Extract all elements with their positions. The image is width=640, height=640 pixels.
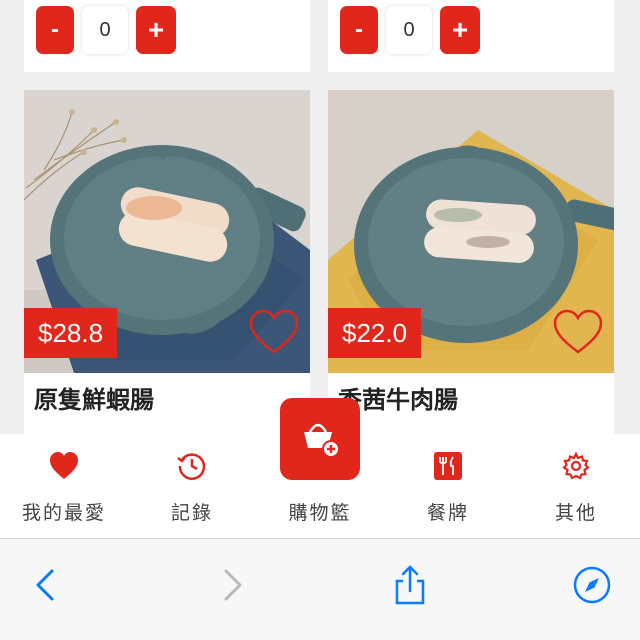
tab-label: 購物籃: [288, 502, 352, 524]
gear-icon: [560, 450, 592, 482]
back-chevron-icon[interactable]: [26, 565, 66, 605]
tab-history[interactable]: 記錄: [128, 434, 256, 538]
quantity-stepper: - 0 +: [340, 6, 480, 54]
share-icon[interactable]: [390, 565, 430, 605]
increment-button[interactable]: +: [440, 6, 480, 54]
product-card[interactable]: $28.8 原隻鮮蝦腸: [24, 90, 310, 435]
forward-chevron-icon[interactable]: [212, 565, 252, 605]
compass-icon[interactable]: [572, 565, 612, 605]
price-tag: $28.8: [24, 308, 118, 358]
quantity-stepper: - 0 +: [36, 6, 176, 54]
basket-add-icon: [304, 423, 340, 458]
tab-favorites[interactable]: 我的最愛: [0, 434, 128, 538]
tab-label: 其他: [554, 502, 597, 524]
decrement-button[interactable]: -: [340, 6, 378, 54]
heart-outline-icon[interactable]: [248, 308, 300, 356]
heart-icon: [48, 450, 80, 482]
tab-label: 記錄: [170, 502, 213, 524]
product-card[interactable]: $22.0 香茜牛肉腸: [328, 90, 614, 435]
quantity-value: 0: [82, 6, 128, 54]
browser-toolbar: [0, 538, 640, 640]
tab-other[interactable]: 其他: [512, 434, 640, 538]
tab-label: 餐牌: [426, 502, 469, 524]
heart-outline-icon[interactable]: [552, 308, 604, 356]
cart-button[interactable]: [280, 398, 360, 480]
product-card-top-left: - 0 +: [24, 0, 310, 72]
history-clock-icon: [176, 450, 208, 482]
menu-cutlery-icon: [432, 450, 464, 482]
product-card-top-right: - 0 +: [328, 0, 614, 72]
increment-button[interactable]: +: [136, 6, 176, 54]
decrement-button[interactable]: -: [36, 6, 74, 54]
quantity-value: 0: [386, 6, 432, 54]
tab-menu[interactable]: 餐牌: [384, 434, 512, 538]
product-name: 原隻鮮蝦腸: [34, 386, 154, 414]
tab-label: 我的最愛: [21, 502, 106, 524]
price-tag: $22.0: [328, 308, 422, 358]
